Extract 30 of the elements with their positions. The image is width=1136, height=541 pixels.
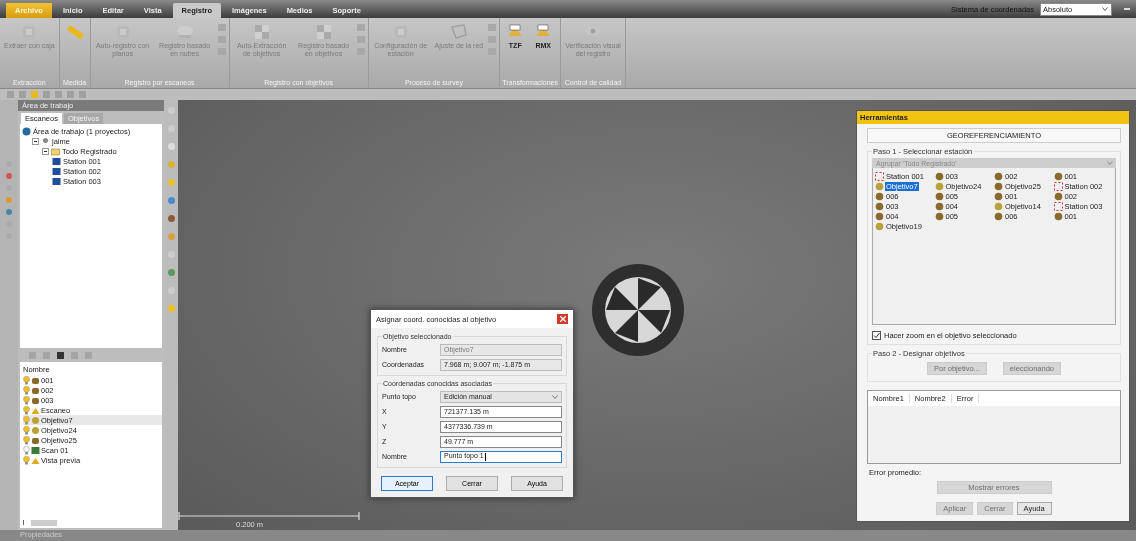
light-bulb-icon[interactable]: [23, 445, 30, 455]
scroll-left-icon[interactable]: [23, 520, 27, 525]
light-bulb-icon[interactable]: [23, 405, 30, 415]
small-tool-icon[interactable]: [355, 35, 366, 44]
small-tool-icon[interactable]: [487, 47, 498, 56]
folder-icon: [51, 146, 60, 156]
close-icon[interactable]: [557, 314, 568, 324]
light-bulb-icon[interactable]: [23, 385, 30, 395]
light-bulb-icon[interactable]: [23, 375, 30, 385]
small-tool-icon[interactable]: [216, 23, 227, 32]
user-icon: [41, 136, 50, 146]
small-tool-icon[interactable]: [487, 35, 498, 44]
small-tool-icon[interactable]: [216, 35, 227, 44]
minimize-icon[interactable]: [1124, 8, 1130, 10]
triangle-icon: [31, 405, 40, 415]
light-bulb-icon[interactable]: [23, 455, 30, 465]
small-tool-icon[interactable]: [487, 23, 498, 32]
light-bulb-icon[interactable]: [23, 435, 30, 445]
light-bulb-icon[interactable]: [23, 415, 30, 425]
scrollbar-thumb[interactable]: [31, 519, 57, 526]
checkbox[interactable]: [872, 331, 881, 340]
small-tool-icon[interactable]: [355, 23, 366, 32]
light-bulb-icon[interactable]: [23, 395, 30, 405]
station-icon: [875, 171, 884, 181]
light-bulb-icon[interactable]: [23, 425, 30, 435]
image-icon: [31, 445, 40, 455]
expand-toggle-icon[interactable]: [32, 137, 39, 145]
triangle-icon: [31, 455, 40, 465]
expand-toggle-icon[interactable]: [42, 147, 49, 155]
globe-icon: [22, 126, 31, 136]
